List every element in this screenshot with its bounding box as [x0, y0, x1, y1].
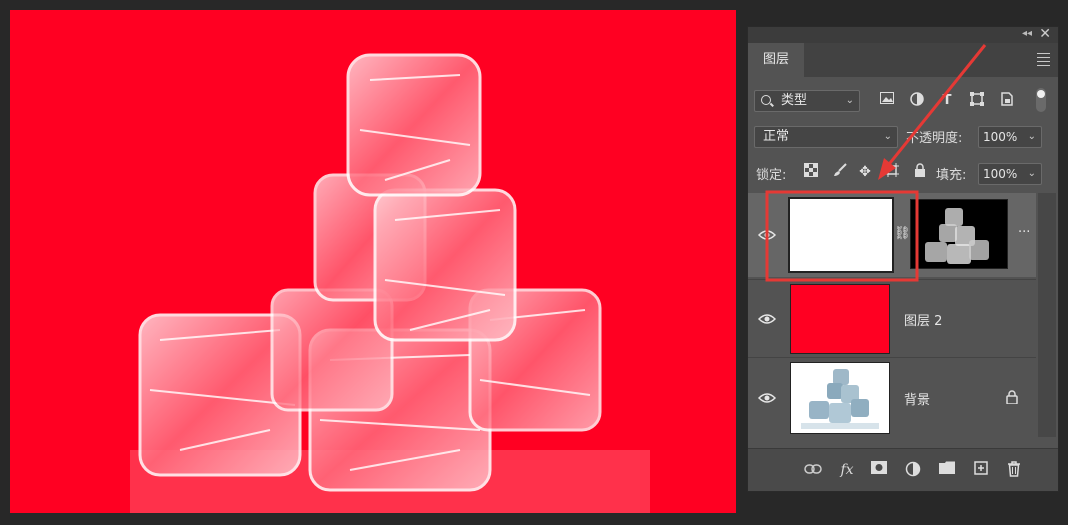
fill-value: 100% — [983, 167, 1018, 181]
opacity-value: 100% — [983, 130, 1018, 144]
ice-cube — [373, 188, 517, 342]
lock-image-pixels-icon[interactable] — [831, 163, 849, 181]
layer-image-thumbnail[interactable] — [910, 199, 1008, 269]
layer-row-background[interactable]: 背景 — [748, 357, 1036, 437]
layer-row-masked[interactable]: ⛓ ··· — [748, 193, 1036, 277]
add-mask-icon[interactable] — [870, 461, 888, 479]
blend-mode-dropdown[interactable]: 正常 ⌄ — [754, 126, 898, 148]
lock-artboard-icon[interactable] — [883, 163, 901, 181]
lock-icon[interactable] — [1006, 390, 1018, 404]
type-filter-icon[interactable]: T — [938, 92, 956, 110]
adjustment-filter-icon[interactable] — [908, 92, 926, 110]
fill-field[interactable]: 100% ⌄ — [978, 163, 1042, 185]
panel-menu-icon[interactable] — [1037, 53, 1050, 69]
collapse-panel-icon[interactable]: ◂◂ — [1022, 28, 1032, 39]
chevron-down-icon: ⌄ — [845, 95, 854, 106]
fill-label: 填充: — [936, 168, 967, 183]
lock-position-icon[interactable]: ✥ — [856, 163, 874, 181]
scrollbar[interactable] — [1038, 193, 1056, 437]
image-filter-icon[interactable] — [878, 92, 896, 110]
lock-transparent-pixels-icon[interactable] — [802, 163, 820, 181]
panel-tab-bar: 图层 — [748, 43, 1058, 77]
layer-thumbnail[interactable] — [790, 284, 890, 354]
chevron-down-icon: ⌄ — [1027, 168, 1036, 179]
fx-icon[interactable]: fx — [838, 461, 856, 479]
lock-label: 锁定: — [756, 168, 787, 183]
more-options-icon[interactable]: ··· — [1018, 225, 1030, 240]
layers-bottom-toolbar: fx — [748, 448, 1058, 491]
blend-mode-value: 正常 — [763, 129, 790, 144]
search-icon — [761, 95, 771, 105]
document-canvas[interactable] — [10, 10, 736, 513]
panel-title-strip: ◂◂ ✕ — [748, 26, 1058, 43]
chevron-down-icon: ⌄ — [1027, 131, 1036, 142]
smart-object-filter-icon[interactable] — [998, 92, 1016, 110]
layer-row-2[interactable]: 图层 2 — [748, 279, 1036, 357]
adjustment-layer-icon[interactable] — [904, 461, 922, 479]
group-folder-icon[interactable] — [938, 461, 956, 479]
delete-layer-icon[interactable] — [1005, 461, 1023, 479]
opacity-field[interactable]: 100% ⌄ — [978, 126, 1042, 148]
close-icon[interactable]: ✕ — [1039, 26, 1051, 42]
lock-all-icon[interactable] — [911, 163, 929, 181]
layer-mask-thumbnail[interactable] — [788, 197, 894, 273]
eye-icon[interactable] — [758, 313, 776, 325]
chevron-down-icon: ⌄ — [883, 131, 892, 142]
tab-layers[interactable]: 图层 — [748, 43, 804, 77]
opacity-label: 不透明度: — [906, 131, 963, 146]
ice-cube — [346, 53, 482, 197]
ice-cubes-image — [130, 53, 650, 513]
link-layers-icon[interactable] — [804, 461, 822, 479]
eye-icon[interactable] — [758, 392, 776, 404]
layer-name[interactable]: 图层 2 — [904, 310, 942, 329]
shape-filter-icon[interactable] — [968, 92, 986, 110]
chain-link-icon[interactable]: ⛓ — [894, 226, 911, 241]
layer-name[interactable]: 背景 — [904, 389, 930, 408]
layers-panel: ◂◂ ✕ 图层 类型 ⌄ T 正常 ⌄ 不透明度: 100% ⌄ 锁定: ✥ 填… — [747, 26, 1059, 492]
filter-kind-dropdown[interactable]: 类型 ⌄ — [754, 90, 860, 112]
new-layer-icon[interactable] — [972, 461, 990, 479]
filter-kind-label: 类型 — [781, 93, 808, 108]
eye-icon[interactable] — [758, 229, 776, 241]
layer-thumbnail[interactable] — [790, 362, 890, 434]
filter-toggle-icon[interactable] — [1032, 87, 1050, 115]
